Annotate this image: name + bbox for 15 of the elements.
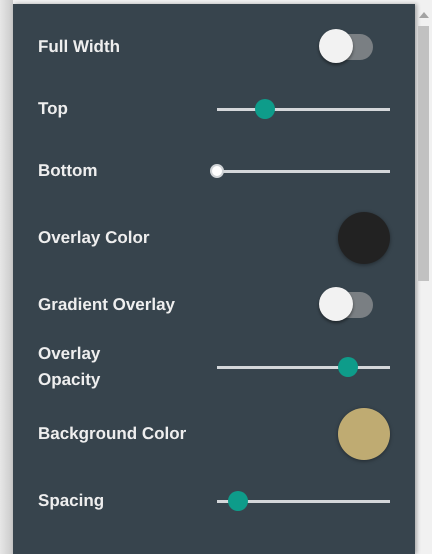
slider-thumb[interactable]	[210, 164, 224, 178]
slider-thumb[interactable]	[255, 99, 276, 119]
setting-label: Gradient Overlay	[38, 294, 176, 316]
slider-thumb[interactable]	[228, 491, 248, 511]
setting-label: Bottom	[38, 160, 98, 182]
scrollbar-thumb[interactable]	[418, 26, 429, 281]
color-swatch[interactable]	[338, 408, 390, 460]
slider-thumb[interactable]	[338, 357, 358, 377]
setting-label: Top	[38, 98, 68, 120]
setting-label: Overlay Opacity	[38, 342, 102, 391]
setting-label: Background Color	[38, 422, 186, 445]
setting-label: Full Width	[38, 36, 120, 58]
setting-label: Overlay Color	[38, 226, 150, 249]
setting-label: Spacing	[38, 490, 104, 512]
color-swatch[interactable]	[338, 212, 390, 264]
